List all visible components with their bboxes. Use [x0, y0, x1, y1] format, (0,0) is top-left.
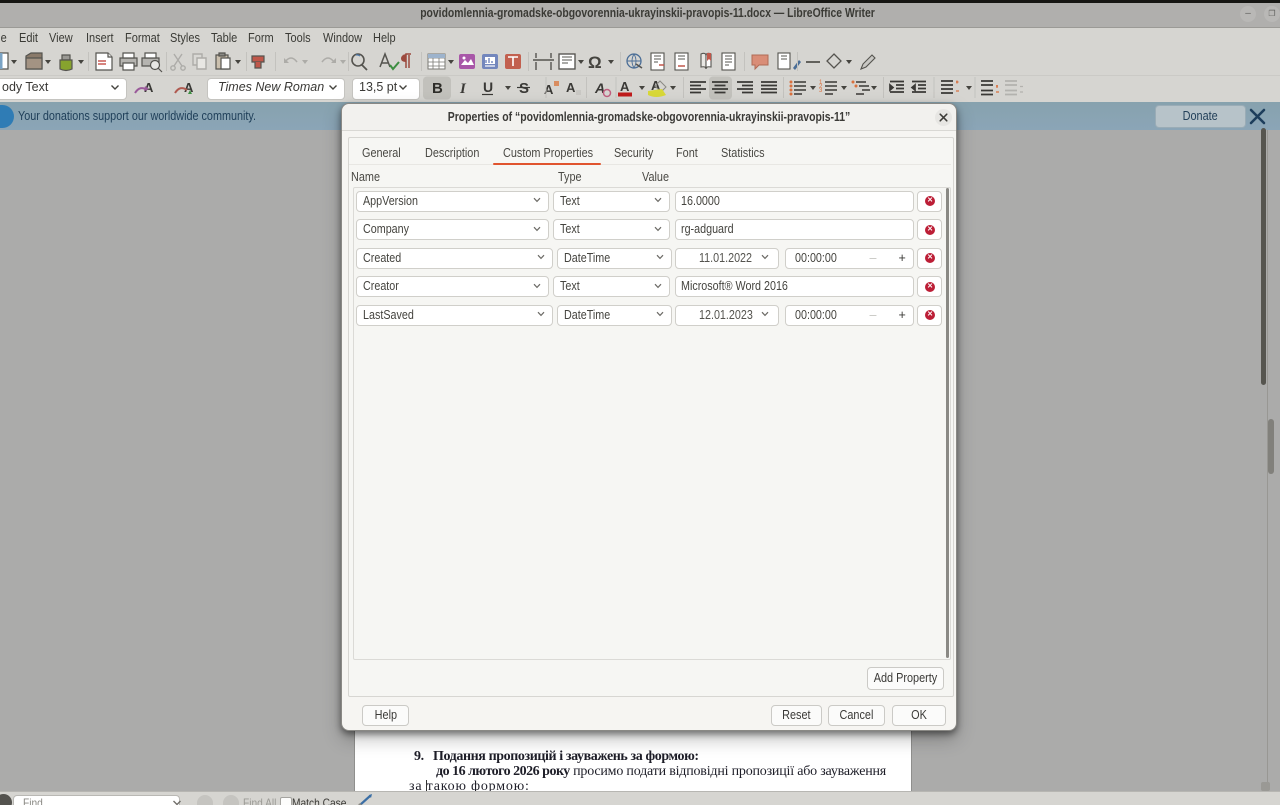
svg-text:Ω: Ω — [588, 53, 602, 72]
svg-text:S: S — [519, 80, 529, 97]
svg-text:3: 3 — [819, 88, 823, 94]
svg-text:U: U — [483, 79, 493, 95]
svg-text:B: B — [432, 80, 443, 97]
svg-text:A: A — [620, 79, 630, 94]
svg-text:A: A — [566, 80, 576, 95]
svg-text:I: I — [459, 81, 467, 97]
